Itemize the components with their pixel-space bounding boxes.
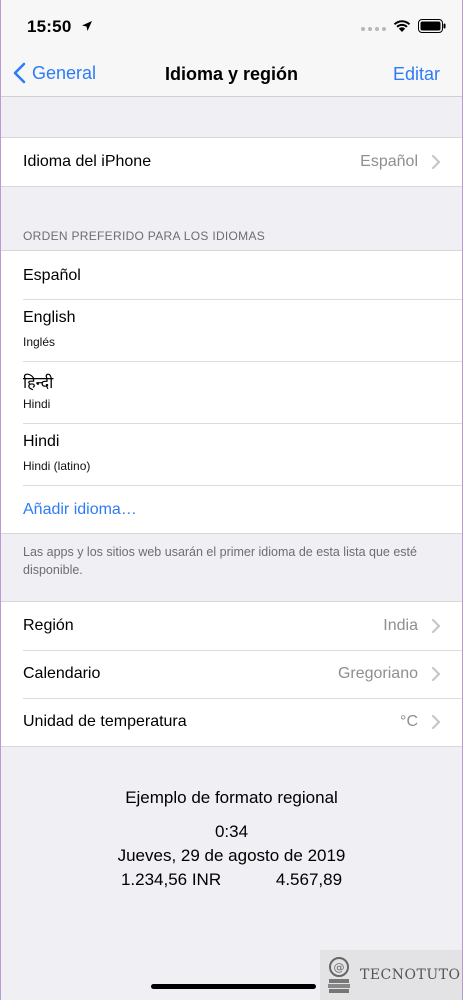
language-subtitle: Hindi [23,397,51,411]
status-time: 15:50 [27,17,72,36]
iphone-language-group: Idioma del iPhone Español [1,137,462,187]
language-item[interactable]: English Inglés [1,299,462,361]
preferred-languages-group: Español English Inglés हिन्दी Hindi Hind… [1,250,462,534]
iphone-language-label: Idioma del iPhone [23,153,152,170]
language-name: English [23,309,76,326]
language-item[interactable]: हिन्दी Hindi [1,361,462,423]
add-language-row: Añadir idioma… [1,485,462,533]
preferred-languages-footer: Las apps y los sitios web usarán el prim… [23,545,417,577]
status-bar: 15:50 [1,0,462,52]
region-settings-group: Región India Calendario Gregoriano Unida… [1,601,462,747]
language-subtitle: Inglés [23,335,56,349]
chevron-right-icon [432,667,440,681]
location-arrow-icon [82,21,92,31]
calendar-label: Calendario [23,665,101,682]
language-item[interactable]: Español [1,251,462,299]
format-example-date: Jueves, 29 de agosto de 2019 [117,846,346,865]
temperature-unit-label: Unidad de temperatura [23,713,187,730]
navigation-bar: General Idioma y región Editar [1,52,462,97]
calendar-value: Gregoriano [337,665,418,682]
format-example-numbers: 1.234,56 INR 4.567,89 [1,870,462,890]
language-name: Español [23,267,81,284]
format-example-currency: 1.234,56 INR [120,870,222,889]
language-name: Hindi [23,433,60,450]
temperature-unit-value: °C [400,713,418,730]
language-subtitle: Hindi (latino) [23,459,91,473]
regional-format-example: Ejemplo de formato regional 0:34 Jueves,… [1,788,462,890]
svg-text:@: @ [334,961,345,974]
tecnotuto-logo-icon: @ [328,957,350,993]
region-value: India [383,617,418,634]
watermark: @ TECNOTUTO [320,950,462,1000]
region-row[interactable]: Región India [1,602,462,650]
format-example-number: 4.567,89 [275,870,343,889]
iphone-language-value: Español [360,153,418,170]
wifi-icon [393,20,411,32]
chevron-right-icon [432,715,440,729]
language-item[interactable]: Hindi Hindi (latino) [1,423,462,485]
preferred-languages-header: ORDEN PREFERIDO PARA LOS IDIOMAS [23,229,266,243]
region-label: Región [23,617,74,634]
chevron-right-icon [432,619,440,633]
calendar-row[interactable]: Calendario Gregoriano [1,650,462,698]
edit-button[interactable]: Editar [393,64,440,85]
watermark-text: TECNOTUTO [360,967,461,983]
temperature-unit-row[interactable]: Unidad de temperatura °C [1,698,462,746]
format-example-title: Ejemplo de formato regional [125,788,338,807]
home-indicator[interactable] [151,984,316,989]
chevron-right-icon [432,155,440,169]
language-name: हिन्दी [23,375,54,392]
battery-icon [418,19,446,33]
format-example-time: 0:34 [214,822,249,841]
add-language-button[interactable]: Añadir idioma… [23,501,137,519]
iphone-language-row[interactable]: Idioma del iPhone Español [1,138,462,186]
cellular-signal-icon [361,27,386,31]
